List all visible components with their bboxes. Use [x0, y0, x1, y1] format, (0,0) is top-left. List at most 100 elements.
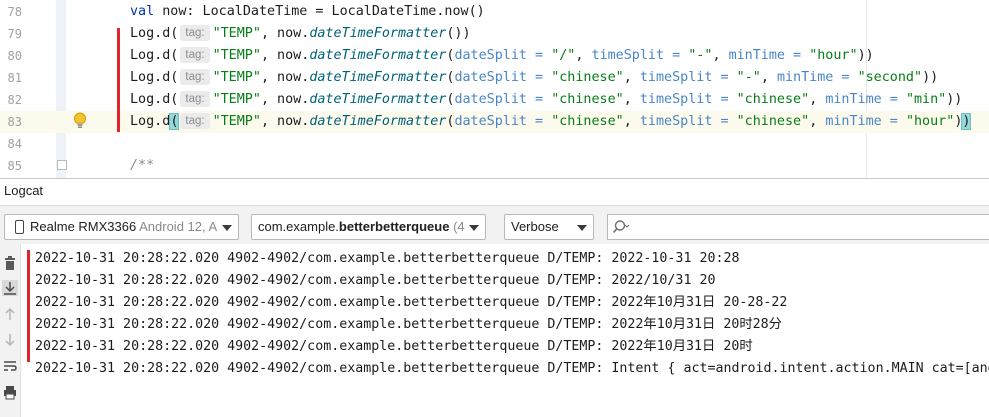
code-line[interactable]: 81 Log.d(tag: "TEMP", now.dateTimeFormatte…: [0, 67, 989, 89]
soft-wrap-icon[interactable]: [2, 358, 18, 374]
code-token: ,: [623, 70, 640, 85]
code-token: , now.: [260, 114, 310, 129]
process-name: betterbetterqueue: [338, 219, 450, 234]
down-arrow-icon[interactable]: [2, 332, 18, 348]
line-number: 78: [7, 5, 22, 19]
code-token: minTime =: [728, 48, 810, 63]
print-icon[interactable]: [2, 384, 18, 400]
code-token: ()): [446, 26, 471, 41]
log-search-input[interactable]: [607, 214, 989, 240]
code-token: dateSplit =: [454, 114, 552, 129]
device-detail: Android 12, A: [136, 219, 218, 234]
line-number: 84: [7, 137, 22, 151]
device-selector[interactable]: Realme RMX3366 Android 12, A: [4, 214, 239, 240]
line-number: 82: [7, 93, 22, 107]
process-prefix: com.example.: [258, 219, 339, 234]
fold-marker-icon[interactable]: [57, 160, 67, 170]
code-text: Log.d(tag: "TEMP", now.dateTimeFormatter(…: [130, 67, 938, 89]
process-selector[interactable]: com.example.betterbetterqueue (4: [251, 214, 486, 240]
chevron-down-icon: [469, 225, 479, 231]
line-number: 79: [7, 27, 22, 41]
line-number: 85: [7, 159, 22, 173]
code-token: (: [169, 113, 180, 130]
code-token: "hour": [905, 114, 955, 129]
code-line[interactable]: 83 Log.d(tag: "TEMP", now.dateTimeFormatte…: [0, 111, 989, 133]
code-token: ,: [760, 70, 777, 85]
code-text: Log.d(tag: "TEMP", now.dateTimeFormatter(…: [130, 111, 972, 133]
code-token: Log.d(: [130, 48, 179, 63]
code-line[interactable]: 82 Log.d(tag: "TEMP", now.dateTimeFormatte…: [0, 89, 989, 111]
code-token: timeSplit =: [639, 70, 737, 85]
code-token: )): [857, 48, 874, 63]
code-token: ,: [809, 92, 826, 107]
parameter-hint: tag:: [180, 91, 210, 107]
panel-divider[interactable]: [0, 178, 989, 179]
log-line[interactable]: 2022-10-31 20:28:22.020 4902-4902/com.ex…: [35, 248, 739, 270]
code-token: dateSplit =: [454, 70, 552, 85]
code-token: )): [922, 70, 939, 85]
code-token: ,: [809, 114, 826, 129]
code-token: Log.d: [130, 114, 171, 129]
code-token: Log.d(: [130, 92, 179, 107]
code-token: timeSplit =: [639, 114, 737, 129]
log-line[interactable]: 2022-10-31 20:28:22.020 4902-4902/com.ex…: [35, 314, 782, 336]
code-token: dateTimeFormatter: [309, 92, 447, 107]
line-number: 81: [7, 71, 22, 85]
parameter-hint: tag:: [180, 47, 210, 63]
code-line[interactable]: 84: [0, 133, 989, 155]
code-token: , now.: [260, 70, 310, 85]
code-token: ,: [712, 48, 729, 63]
code-token: dateSplit =: [454, 92, 552, 107]
log-line[interactable]: 2022-10-31 20:28:22.020 4902-4902/com.ex…: [35, 292, 787, 314]
logcat-side-toolbar: [0, 244, 21, 417]
up-arrow-icon[interactable]: [2, 306, 18, 322]
code-token: , now.: [260, 26, 310, 41]
log-line[interactable]: 2022-10-31 20:28:22.020 4902-4902/com.ex…: [35, 358, 989, 380]
code-token: timeSplit =: [639, 92, 737, 107]
code-token: dateTimeFormatter: [309, 48, 447, 63]
code-token: "chinese": [736, 114, 810, 129]
annotation-bar-editor: [117, 28, 120, 132]
code-editor[interactable]: 78 val now: LocalDateTime = LocalDateTime…: [0, 0, 989, 178]
log-line[interactable]: 2022-10-31 20:28:22.020 4902-4902/com.ex…: [35, 270, 715, 292]
code-token: , now.: [260, 48, 310, 63]
code-token: "TEMP": [212, 92, 261, 107]
code-token: "-": [688, 48, 713, 63]
code-token: ,: [623, 92, 640, 107]
code-text: Log.d(tag: "TEMP", now.dateTimeFormatter(…: [130, 45, 874, 67]
trash-icon[interactable]: [2, 255, 18, 271]
scroll-to-end-icon[interactable]: [2, 280, 18, 296]
code-token: ,: [623, 114, 640, 129]
code-token: Log.d(: [130, 70, 179, 85]
code-token: "chinese": [551, 92, 624, 107]
code-token: dateTimeFormatter: [309, 26, 447, 41]
parameter-hint: tag:: [180, 69, 210, 85]
code-line[interactable]: 78 val now: LocalDateTime = LocalDateTime…: [0, 1, 989, 23]
process-pid: (4: [449, 219, 465, 234]
code-token: "chinese": [551, 114, 624, 129]
code-token: "min": [905, 92, 947, 107]
code-token: "-": [736, 70, 761, 85]
code-token: /**: [130, 158, 155, 173]
code-token: "TEMP": [212, 70, 261, 85]
code-line[interactable]: 80 Log.d(tag: "TEMP", now.dateTimeFormatte…: [0, 45, 989, 67]
code-token: "hour": [809, 48, 858, 63]
logcat-toolbar: Realme RMX3366 Android 12, A com.example…: [0, 206, 989, 244]
code-token: minTime =: [825, 92, 906, 107]
phone-icon: [15, 220, 24, 234]
line-number: 80: [7, 49, 22, 63]
code-token: now: LocalDateTime = LocalDateTime.now(): [154, 4, 485, 19]
code-line[interactable]: 85 /**: [0, 155, 989, 177]
chevron-down-icon: [577, 225, 587, 231]
code-token: "second": [857, 70, 923, 85]
search-icon: [612, 220, 630, 234]
code-text: val now: LocalDateTime = LocalDateTime.n…: [130, 1, 485, 23]
log-level-selector[interactable]: Verbose: [504, 214, 594, 240]
parameter-hint: tag:: [180, 25, 210, 41]
code-token: "/": [551, 48, 576, 63]
code-line[interactable]: 79 Log.d(tag: "TEMP", now.dateTimeFormatte…: [0, 23, 989, 45]
code-token: Log.d(: [130, 26, 179, 41]
log-line[interactable]: 2022-10-31 20:28:22.020 4902-4902/com.ex…: [35, 336, 753, 358]
lightbulb-icon[interactable]: [73, 112, 87, 130]
logcat-title: Logcat: [4, 183, 44, 198]
